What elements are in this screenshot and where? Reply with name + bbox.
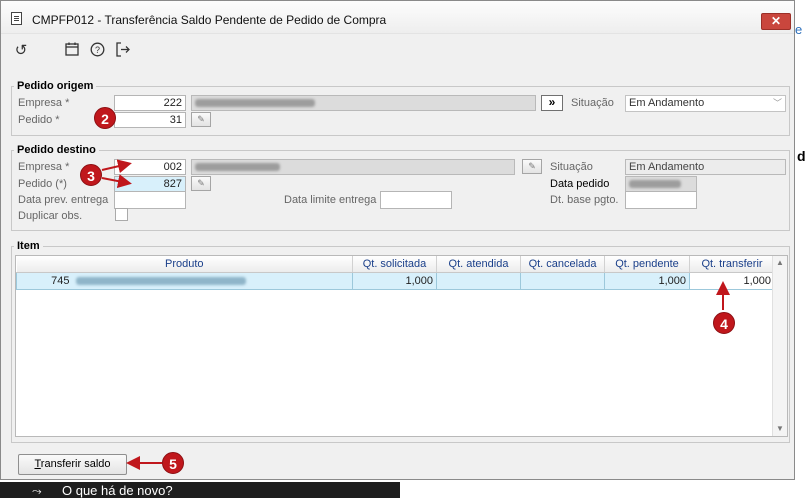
table-header-row: Produto Qt. solicitada Qt. atendida Qt. …: [16, 256, 775, 273]
data-prev-entrega-label: Data prev. entrega: [18, 194, 109, 206]
data-pedido-field: [625, 176, 697, 192]
situacao-destino-label: Situação: [550, 161, 593, 173]
qt-atendida-cell[interactable]: [436, 272, 521, 290]
situacao-origem-value: Em Andamento: [629, 97, 705, 109]
pedido-origem-legend: Pedido origem: [17, 80, 94, 92]
pedido-destino-label: Pedido (*): [18, 178, 67, 190]
share-icon: ⤳: [32, 484, 42, 498]
taskbar-strip: ⤳ O que há de novo?: [0, 482, 400, 498]
pedido-origem-lookup-button[interactable]: ✎: [191, 112, 211, 127]
situacao-origem-select[interactable]: Em Andamento ﹀: [625, 95, 786, 112]
background-letter-fragment: d: [797, 148, 806, 164]
qt-solicitada-cell[interactable]: 1,000: [352, 272, 437, 290]
annotation-badge-2: 2: [94, 107, 116, 129]
data-pedido-label: Data pedido: [550, 178, 610, 190]
undo-icon[interactable]: ↺: [12, 42, 30, 60]
background-link-fragment: e: [795, 22, 803, 37]
qt-cancelada-cell[interactable]: [520, 272, 605, 290]
pedido-destino-input[interactable]: 827: [114, 176, 186, 192]
dt-base-pgto-label: Dt. base pgto.: [550, 194, 619, 206]
empresa-origem-label: Empresa *: [18, 97, 70, 109]
pedido-destino-legend: Pedido destino: [17, 144, 96, 156]
empresa-destino-name-field: [191, 159, 515, 175]
qt-pendente-cell[interactable]: 1,000: [604, 272, 690, 290]
toolbar: ↺ ?: [1, 34, 794, 66]
empresa-destino-input[interactable]: 002: [114, 159, 186, 175]
data-limite-entrega-input[interactable]: [380, 191, 452, 209]
annotation-badge-4: 4: [713, 312, 735, 334]
search-origem-button[interactable]: »: [541, 95, 563, 111]
item-table: Produto Qt. solicitada Qt. atendida Qt. …: [16, 256, 775, 290]
duplicar-obs-label: Duplicar obs.: [18, 210, 83, 222]
produto-codigo-cell[interactable]: 745: [16, 272, 73, 290]
item-legend: Item: [17, 240, 40, 252]
column-header-qt-pendente[interactable]: Qt. pendente: [604, 256, 690, 273]
taskbar-text: O que há de novo?: [62, 483, 173, 498]
help-icon[interactable]: ?: [88, 42, 106, 60]
annotation-badge-3: 3: [80, 164, 102, 186]
item-grid: Produto Qt. solicitada Qt. atendida Qt. …: [15, 255, 788, 437]
dialog-window: CMPFP012 - Transferência Saldo Pendente …: [0, 0, 795, 480]
empresa-destino-label: Empresa *: [18, 161, 70, 173]
empresa-origem-name-field: [191, 95, 536, 111]
background-page: e d: [795, 0, 810, 498]
pedido-destino-lookup-button[interactable]: ✎: [191, 176, 211, 191]
empresa-destino-lookup-button[interactable]: ✎: [522, 159, 542, 174]
transferir-label-rest: ransferir saldo: [40, 458, 111, 470]
scroll-up-icon[interactable]: ▲: [773, 256, 787, 270]
svg-text:?: ?: [94, 45, 99, 55]
exit-icon[interactable]: [114, 42, 132, 60]
annotation-badge-5: 5: [162, 452, 184, 474]
calendar-icon[interactable]: [63, 42, 81, 60]
data-limite-entrega-label: Data limite entrega: [284, 194, 377, 206]
data-prev-entrega-input[interactable]: [114, 191, 186, 209]
transferir-saldo-button[interactable]: Transferir saldo: [18, 454, 127, 475]
scroll-down-icon[interactable]: ▼: [773, 422, 787, 436]
duplicar-obs-checkbox[interactable]: [115, 208, 128, 221]
document-icon: [11, 12, 22, 25]
empresa-origem-input[interactable]: 222: [114, 95, 186, 111]
close-button[interactable]: ✕: [761, 13, 791, 30]
column-header-produto[interactable]: Produto: [16, 256, 353, 273]
dt-base-pgto-input[interactable]: [625, 191, 697, 209]
qt-transferir-cell[interactable]: 1,000: [689, 272, 775, 290]
title-bar: CMPFP012 - Transferência Saldo Pendente …: [1, 1, 794, 34]
pedido-origem-label: Pedido *: [18, 114, 60, 126]
chevron-down-icon: ﹀: [772, 98, 782, 108]
grid-vertical-scrollbar[interactable]: ▲ ▼: [772, 256, 787, 436]
window-title: CMPFP012 - Transferência Saldo Pendente …: [32, 13, 387, 27]
table-row[interactable]: 745 1,000 1,000 1,000: [16, 272, 775, 290]
column-header-qt-transferir[interactable]: Qt. transferir: [689, 256, 775, 273]
column-header-qt-cancelada[interactable]: Qt. cancelada: [520, 256, 605, 273]
pedido-origem-input[interactable]: 31: [114, 112, 186, 128]
situacao-destino-field: Em Andamento: [625, 159, 786, 175]
column-header-qt-atendida[interactable]: Qt. atendida: [436, 256, 521, 273]
column-header-qt-solicitada[interactable]: Qt. solicitada: [352, 256, 437, 273]
situacao-origem-label: Situação: [571, 97, 614, 109]
produto-descricao-cell[interactable]: [72, 272, 353, 290]
